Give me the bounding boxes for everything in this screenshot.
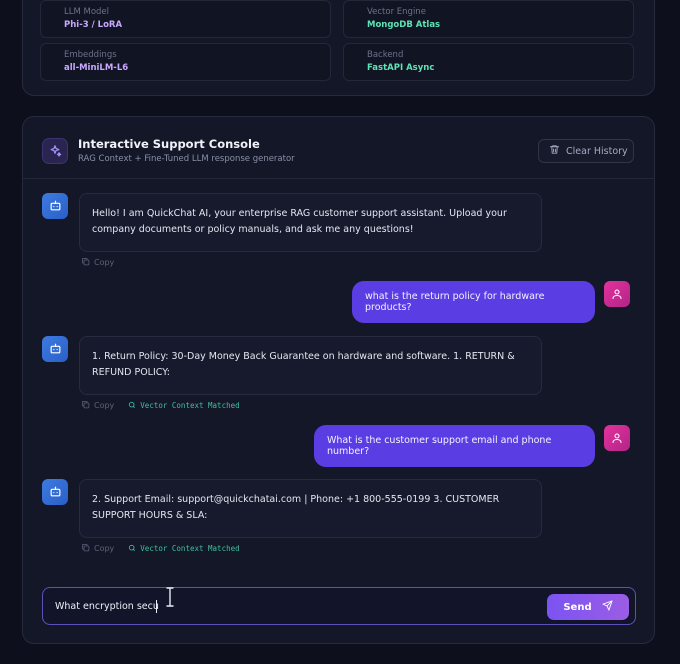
trash-icon — [549, 144, 560, 158]
sparkles-icon — [42, 138, 68, 164]
context-matched-badge: Vector Context Matched — [128, 401, 240, 411]
copy-label: Copy — [94, 401, 115, 410]
matched-label: Vector Context Matched — [140, 544, 240, 553]
message-text: 1. Return Policy: 30-Day Money Back Guar… — [92, 351, 515, 378]
message-composer: Send — [42, 587, 636, 625]
copy-button[interactable]: Copy — [81, 400, 114, 411]
context-matched-badge: Vector Context Matched — [128, 544, 240, 554]
bot-avatar — [42, 193, 68, 219]
console-title: Interactive Support Console — [78, 137, 260, 151]
bot-message: 2. Support Email: support@quickchatai.co… — [79, 479, 542, 538]
stat-label: Embeddings — [64, 50, 117, 60]
stat-label: Vector Engine — [367, 7, 426, 17]
user-avatar — [604, 425, 630, 451]
send-icon — [602, 600, 613, 614]
message-text: what is the return policy for hardware p… — [365, 291, 545, 313]
stat-label: Backend — [367, 50, 404, 60]
bot-avatar — [42, 479, 68, 505]
stat-value: Phi-3 / LoRA — [64, 20, 123, 30]
search-icon — [128, 401, 136, 411]
stat-llm-model: LLM Model Phi-3 / LoRA — [40, 0, 331, 38]
user-message: What is the customer support email and p… — [314, 425, 595, 467]
message-actions: Copy — [81, 257, 114, 268]
bot-avatar — [42, 336, 68, 362]
clear-history-label: Clear History — [566, 145, 628, 157]
stat-value: all-MiniLM-L6 — [64, 63, 129, 73]
bot-icon — [49, 483, 62, 502]
user-message: what is the return policy for hardware p… — [352, 281, 595, 323]
console-header: Interactive Support Console RAG Context … — [23, 117, 654, 179]
stat-vector-engine: Vector Engine MongoDB Atlas — [343, 0, 634, 38]
bot-icon — [49, 340, 62, 359]
user-icon — [611, 285, 623, 304]
message-actions: Copy Vector Context Matched — [81, 400, 240, 411]
bot-message: Hello! I am QuickChat AI, your enterpris… — [79, 193, 542, 252]
message-text: What is the customer support email and p… — [327, 435, 552, 457]
stat-backend: Backend FastAPI Async — [343, 43, 634, 81]
user-icon — [611, 429, 623, 448]
copy-icon — [81, 543, 90, 554]
copy-button[interactable]: Copy — [81, 543, 114, 554]
send-label: Send — [563, 601, 592, 613]
matched-label: Vector Context Matched — [140, 401, 240, 410]
clear-history-button[interactable]: Clear History — [538, 139, 634, 163]
text-caret — [156, 600, 157, 613]
system-stats-card: LLM Model Phi-3 / LoRA Vector Engine Mon… — [22, 0, 655, 96]
message-actions: Copy Vector Context Matched — [81, 543, 240, 554]
copy-icon — [81, 257, 90, 268]
stat-value: MongoDB Atlas — [367, 20, 441, 30]
message-text: 2. Support Email: support@quickchatai.co… — [92, 494, 500, 521]
copy-button[interactable]: Copy — [81, 257, 114, 268]
text-cursor-icon — [165, 587, 175, 611]
bot-icon — [49, 197, 62, 216]
user-avatar — [604, 281, 630, 307]
support-console: Interactive Support Console RAG Context … — [22, 116, 655, 644]
search-icon — [128, 544, 136, 554]
message-text: Hello! I am QuickChat AI, your enterpris… — [92, 208, 507, 235]
message-input[interactable] — [55, 588, 535, 624]
stat-embeddings: Embeddings all-MiniLM-L6 — [40, 43, 331, 81]
stat-label: LLM Model — [64, 7, 110, 17]
stat-value: FastAPI Async — [367, 63, 435, 73]
bot-message: 1. Return Policy: 30-Day Money Back Guar… — [79, 336, 542, 395]
copy-label: Copy — [94, 258, 115, 267]
copy-label: Copy — [94, 544, 115, 553]
copy-icon — [81, 400, 90, 411]
console-subtitle: RAG Context + Fine-Tuned LLM response ge… — [78, 154, 295, 164]
send-button[interactable]: Send — [547, 594, 629, 620]
